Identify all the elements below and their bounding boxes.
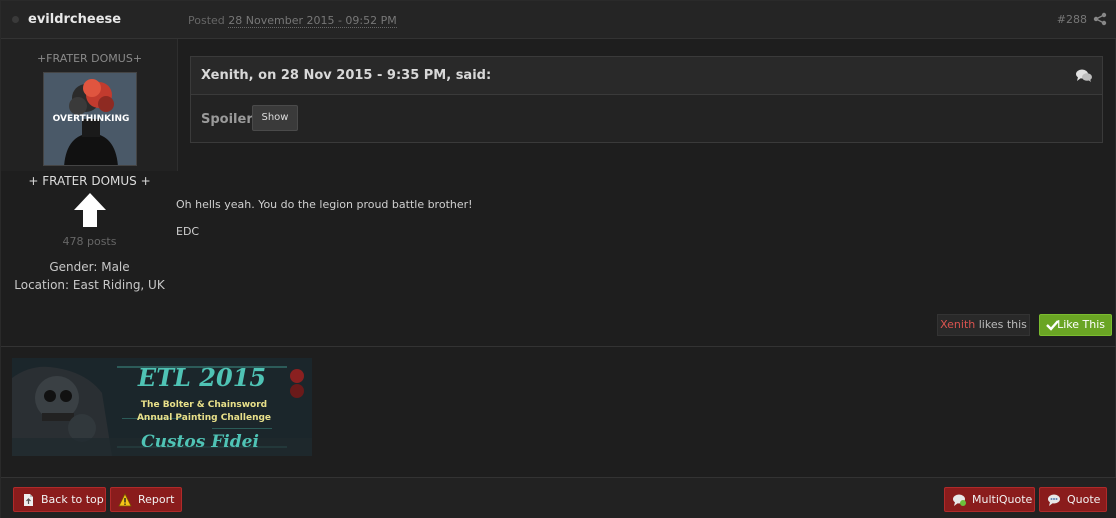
multiquote-icon — [953, 494, 966, 506]
back-to-top-label: Back to top — [41, 493, 104, 506]
banner-line-3: Custos Fidei — [141, 432, 259, 452]
likes-suffix: likes this — [975, 318, 1027, 331]
author-location: Location: East Riding, UK — [14, 278, 165, 292]
multiquote-button[interactable]: MultiQuote — [944, 487, 1035, 512]
document-icon — [24, 494, 33, 506]
post-header: evildrcheese Posted 28 November 2015 - 0… — [1, 1, 1116, 39]
post-count: 478 posts — [62, 235, 117, 248]
author-name-link[interactable]: evildrcheese — [28, 12, 121, 27]
back-to-top-button[interactable]: Back to top — [13, 487, 106, 512]
report-button[interactable]: Report — [110, 487, 182, 512]
quote-button[interactable]: Quote — [1039, 487, 1107, 512]
multiquote-label: MultiQuote — [972, 493, 1033, 506]
spoiler-label: Spoiler — [201, 112, 253, 127]
signature-banner: ETL 2015 The Bolter & Chainsword Annual … — [12, 358, 312, 456]
spoiler-show-button[interactable]: Show — [252, 105, 298, 131]
post-footer: Back to top Report MultiQuote Quote — [1, 477, 1116, 518]
signature-divider — [1, 346, 1116, 347]
signature-banner-image: ETL 2015 The Bolter & Chainsword Annual … — [12, 358, 312, 456]
posted-prefix: Posted — [188, 14, 225, 27]
member-group: + FRATER DOMUS + — [28, 174, 151, 188]
post-signature-initials: EDC — [176, 225, 200, 238]
quote-citation: Xenith, on 28 Nov 2015 - 9:35 PM, said: — [201, 68, 492, 83]
like-button-label: Like This — [1057, 318, 1105, 331]
banner-line-2: Annual Painting Challenge — [137, 413, 271, 423]
banner-line-1: The Bolter & Chainsword — [141, 400, 267, 410]
like-button[interactable]: Like This — [1039, 314, 1112, 336]
forum-post: evildrcheese Posted 28 November 2015 - 0… — [0, 0, 1116, 518]
likes-summary: Xenith likes this — [937, 314, 1030, 336]
arrow-up-icon — [74, 193, 106, 227]
report-label: Report — [138, 493, 175, 506]
quote-block: Xenith, on 28 Nov 2015 - 9:35 PM, said: … — [190, 56, 1103, 143]
quote-icon — [1048, 494, 1060, 506]
share-icon[interactable] — [1093, 12, 1107, 26]
liker-link[interactable]: Xenith — [940, 318, 975, 331]
checkmark-icon — [1046, 320, 1059, 331]
post-body-line: Oh hells yeah. You do the legion proud b… — [176, 198, 473, 211]
post-date: Posted 28 November 2015 - 09:52 PM — [188, 14, 397, 28]
online-status-indicator — [12, 16, 19, 23]
posted-date-link[interactable]: 28 November 2015 - 09:52 PM — [228, 14, 397, 28]
avatar-image: OVERTHINKING — [44, 73, 136, 165]
avatar-caption: OVERTHINKING — [53, 114, 130, 124]
speech-bubbles-icon[interactable] — [1076, 69, 1092, 83]
post-number-link[interactable]: #288 — [1057, 13, 1087, 26]
quote-header: Xenith, on 28 Nov 2015 - 9:35 PM, said: — [191, 57, 1102, 95]
avatar[interactable]: OVERTHINKING — [43, 72, 137, 166]
quote-label: Quote — [1067, 493, 1101, 506]
warning-icon — [118, 493, 132, 507]
banner-title: ETL 2015 — [137, 363, 266, 392]
member-title: +FRATER DOMUS+ — [36, 52, 143, 65]
author-gender: Gender: Male — [49, 260, 130, 274]
